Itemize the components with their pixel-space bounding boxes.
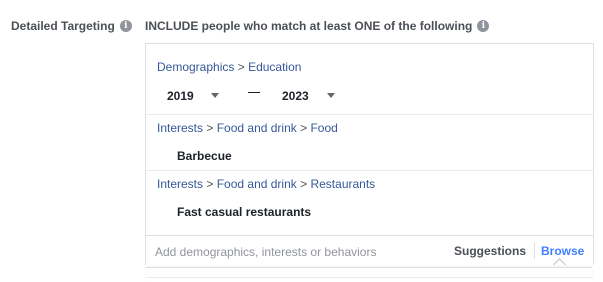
chevron-down-icon[interactable] (327, 93, 335, 98)
breadcrumb-link-food-and-drink[interactable]: Food and drink (217, 121, 297, 135)
breadcrumb-link-interests[interactable]: Interests (157, 121, 203, 135)
separator (534, 242, 535, 259)
detailed-targeting-label: Detailed Targeting i (11, 19, 132, 33)
breadcrumb-link-food-and-drink[interactable]: Food and drink (217, 177, 297, 191)
search-row: Add demographics, interests or behaviors… (146, 235, 593, 271)
interest-item-fast-casual-restaurants: Fast casual restaurants (177, 205, 312, 219)
to-year-select[interactable]: 2023 (282, 89, 309, 103)
divider (146, 114, 593, 115)
year-range-dash (248, 92, 260, 93)
info-icon[interactable]: i (477, 20, 490, 32)
browse-dropdown[interactable] (146, 267, 592, 282)
detailed-targeting-text: Detailed Targeting (11, 19, 115, 33)
breadcrumb-link-restaurants[interactable]: Restaurants (310, 177, 375, 191)
divider (146, 170, 593, 171)
divider (146, 277, 592, 278)
targeting-box: Demographics > Education 2019 2023 Inter… (145, 43, 594, 271)
include-text: INCLUDE people who match at least ONE of… (145, 19, 473, 33)
browse-button[interactable]: Browse (541, 244, 584, 258)
include-header: INCLUDE people who match at least ONE of… (145, 19, 490, 33)
education-breadcrumb: Demographics > Education (157, 60, 302, 74)
breadcrumb-link-demographics[interactable]: Demographics (157, 60, 234, 74)
from-year-select[interactable]: 2019 (167, 89, 194, 103)
chevron-down-icon[interactable] (211, 93, 219, 98)
breadcrumb-link-education[interactable]: Education (248, 60, 301, 74)
breadcrumb-link-food[interactable]: Food (310, 121, 337, 135)
interest-breadcrumb: Interests > Food and drink > Food (157, 121, 338, 135)
suggestions-button[interactable]: Suggestions (454, 244, 526, 258)
info-icon[interactable]: i (119, 20, 132, 32)
interest-item-barbecue: Barbecue (177, 149, 232, 163)
interest-breadcrumb: Interests > Food and drink > Restaurants (157, 177, 376, 191)
search-input[interactable]: Add demographics, interests or behaviors (155, 245, 376, 259)
breadcrumb-link-interests[interactable]: Interests (157, 177, 203, 191)
